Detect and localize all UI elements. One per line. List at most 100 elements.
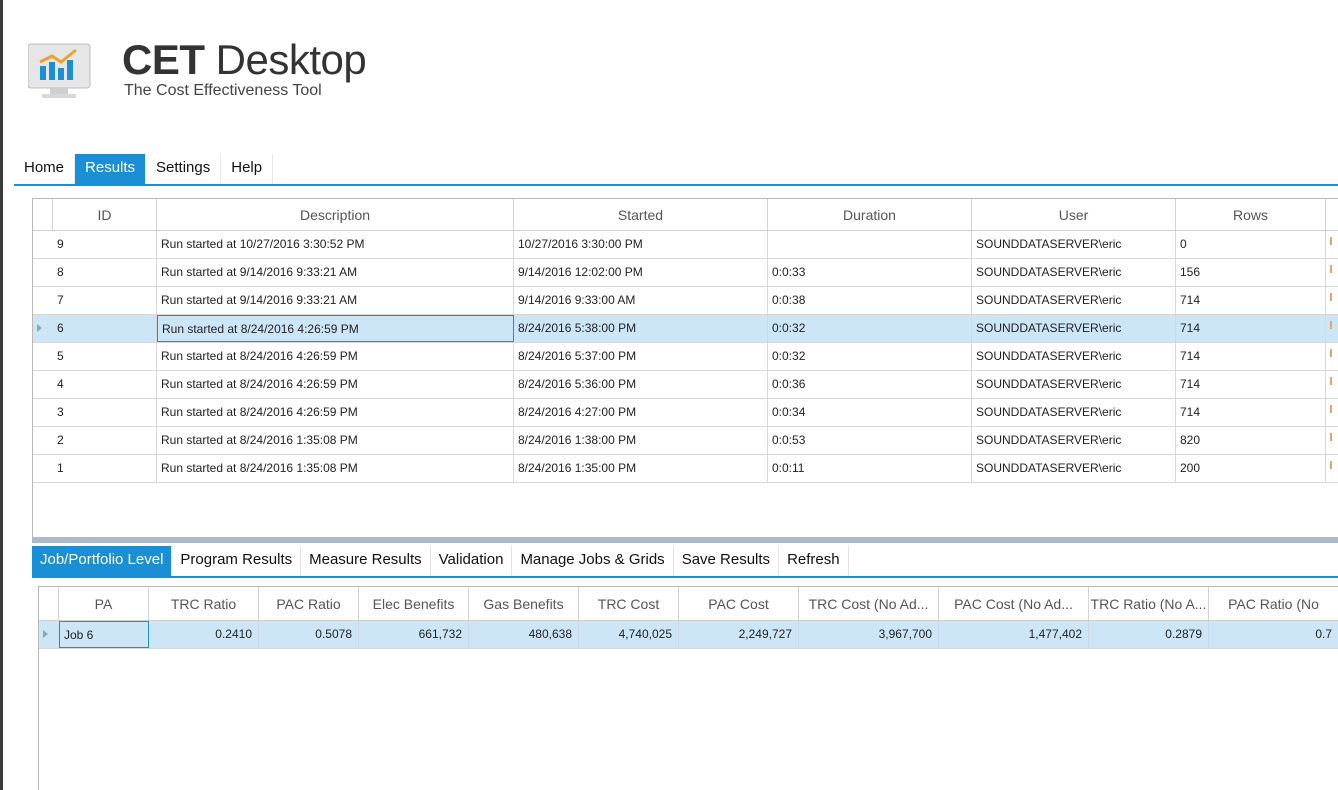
- cell-started[interactable]: 8/24/2016 4:27:00 PM: [514, 399, 768, 426]
- table-row[interactable]: 1 Run started at 8/24/2016 1:35:08 PM 8/24…: [33, 455, 1338, 483]
- tab-measure-results[interactable]: Measure Results: [301, 546, 431, 576]
- tab-refresh[interactable]: Refresh: [779, 546, 849, 576]
- tab-job-portfolio-level[interactable]: Job/Portfolio Level: [32, 546, 173, 576]
- tab-help[interactable]: Help: [221, 154, 274, 184]
- cell-user[interactable]: SOUNDDATASERVER\eric: [972, 371, 1176, 398]
- cell-value[interactable]: 661,732: [359, 621, 469, 648]
- cell-rows[interactable]: 714: [1176, 287, 1326, 314]
- tab-program-results[interactable]: Program Results: [172, 546, 302, 576]
- cell-rows[interactable]: 714: [1176, 371, 1326, 398]
- table-row[interactable]: 9 Run started at 10/27/2016 3:30:52 PM 10/…: [33, 231, 1338, 259]
- cell-started[interactable]: 8/24/2016 5:38:00 PM: [514, 315, 768, 342]
- cell-duration[interactable]: 0:0:38: [768, 287, 972, 314]
- table-row[interactable]: 3 Run started at 8/24/2016 4:26:59 PM 8/24…: [33, 399, 1338, 427]
- tab-manage-jobs-grids[interactable]: Manage Jobs & Grids: [512, 546, 674, 576]
- column-header-rows[interactable]: Rows: [1176, 199, 1326, 231]
- cell-description[interactable]: Run started at 8/24/2016 4:26:59 PM: [157, 343, 514, 370]
- cell-user[interactable]: SOUNDDATASERVER\eric: [972, 427, 1176, 454]
- cell-description[interactable]: Run started at 8/24/2016 4:26:59 PM: [157, 371, 514, 398]
- cell-value[interactable]: 0.7: [1209, 621, 1338, 648]
- table-row[interactable]: Job 6 0.2410 0.5078 661,732 480,638 4,740,025…: [39, 621, 1338, 649]
- tab-results[interactable]: Results: [75, 154, 147, 184]
- cell-duration[interactable]: [768, 231, 972, 258]
- cell-id[interactable]: 9: [53, 231, 157, 258]
- cell-id[interactable]: 2: [53, 427, 157, 454]
- cell-started[interactable]: 9/14/2016 9:33:00 AM: [514, 287, 768, 314]
- column-header-trc-cost[interactable]: TRC Cost: [579, 587, 679, 621]
- cell-rows[interactable]: 200: [1176, 455, 1326, 482]
- column-header-description[interactable]: Description: [157, 199, 514, 231]
- cell-duration[interactable]: 0:0:36: [768, 371, 972, 398]
- cell-description[interactable]: Run started at 8/24/2016 4:26:59 PM: [157, 399, 514, 426]
- cell-value[interactable]: 0.2410: [149, 621, 259, 648]
- cell-user[interactable]: SOUNDDATASERVER\eric: [972, 259, 1176, 286]
- cell-id[interactable]: 7: [53, 287, 157, 314]
- table-row[interactable]: 6 Run started at 8/24/2016 4:26:59 PM 8/24…: [33, 315, 1338, 343]
- cell-rows[interactable]: 714: [1176, 343, 1326, 370]
- cell-description[interactable]: Run started at 10/27/2016 3:30:52 PM: [157, 231, 514, 258]
- cell-id[interactable]: 8: [53, 259, 157, 286]
- cell-value[interactable]: 0.5078: [259, 621, 359, 648]
- cell-rows[interactable]: 714: [1176, 315, 1326, 342]
- tab-settings[interactable]: Settings: [146, 154, 222, 184]
- table-row[interactable]: 7 Run started at 9/14/2016 9:33:21 AM 9/14…: [33, 287, 1338, 315]
- cell-rows[interactable]: 0: [1176, 231, 1326, 258]
- cell-description[interactable]: Run started at 8/24/2016 1:35:08 PM: [157, 427, 514, 454]
- column-header-user[interactable]: User: [972, 199, 1176, 231]
- cell-rows[interactable]: 156: [1176, 259, 1326, 286]
- cell-description[interactable]: Run started at 8/24/2016 1:35:08 PM: [157, 455, 514, 482]
- cell-duration[interactable]: 0:0:53: [768, 427, 972, 454]
- cell-user[interactable]: SOUNDDATASERVER\eric: [972, 455, 1176, 482]
- tab-validation[interactable]: Validation: [431, 546, 513, 576]
- cell-description[interactable]: Run started at 9/14/2016 9:33:21 AM: [157, 259, 514, 286]
- cell-duration[interactable]: 0:0:11: [768, 455, 972, 482]
- cell-user[interactable]: SOUNDDATASERVER\eric: [972, 231, 1176, 258]
- column-header-trc-cost-no-ad[interactable]: TRC Cost (No Ad...: [799, 587, 939, 621]
- column-header-pa[interactable]: PA: [59, 587, 149, 621]
- cell-id[interactable]: 1: [53, 455, 157, 482]
- column-header-trc-ratio-no-a[interactable]: TRC Ratio (No A...: [1089, 587, 1209, 621]
- cell-user[interactable]: SOUNDDATASERVER\eric: [972, 315, 1176, 342]
- table-row[interactable]: 8 Run started at 9/14/2016 9:33:21 AM 9/14…: [33, 259, 1338, 287]
- column-header-trc-ratio[interactable]: TRC Ratio: [149, 587, 259, 621]
- cell-value[interactable]: 3,967,700: [799, 621, 939, 648]
- pane-splitter[interactable]: [32, 537, 1338, 543]
- column-header-elec-benefits[interactable]: Elec Benefits: [359, 587, 469, 621]
- column-header-pac-ratio[interactable]: PAC Ratio: [259, 587, 359, 621]
- cell-description[interactable]: Run started at 8/24/2016 4:26:59 PM: [157, 315, 514, 342]
- column-header-gas-benefits[interactable]: Gas Benefits: [469, 587, 579, 621]
- cell-user[interactable]: SOUNDDATASERVER\eric: [972, 343, 1176, 370]
- cell-rows[interactable]: 714: [1176, 399, 1326, 426]
- tab-home[interactable]: Home: [14, 154, 76, 184]
- tab-save-results[interactable]: Save Results: [674, 546, 780, 576]
- cell-duration[interactable]: 0:0:32: [768, 343, 972, 370]
- cell-duration[interactable]: 0:0:33: [768, 259, 972, 286]
- column-header-id[interactable]: ID: [53, 199, 157, 231]
- job-results-grid[interactable]: PA TRC Ratio PAC Ratio Elec Benefits Gas Ben…: [38, 586, 1338, 790]
- column-header-started[interactable]: Started: [514, 199, 768, 231]
- cell-id[interactable]: 5: [53, 343, 157, 370]
- cell-value[interactable]: 1,477,402: [939, 621, 1089, 648]
- cell-duration[interactable]: 0:0:32: [768, 315, 972, 342]
- cell-value[interactable]: 480,638: [469, 621, 579, 648]
- cell-user[interactable]: SOUNDDATASERVER\eric: [972, 399, 1176, 426]
- table-row[interactable]: 5 Run started at 8/24/2016 4:26:59 PM 8/24…: [33, 343, 1338, 371]
- cell-value[interactable]: 2,249,727: [679, 621, 799, 648]
- cell-started[interactable]: 10/27/2016 3:30:00 PM: [514, 231, 768, 258]
- cell-value[interactable]: 4,740,025: [579, 621, 679, 648]
- cell-user[interactable]: SOUNDDATASERVER\eric: [972, 287, 1176, 314]
- cell-started[interactable]: 8/24/2016 5:36:00 PM: [514, 371, 768, 398]
- cell-description[interactable]: Run started at 9/14/2016 9:33:21 AM: [157, 287, 514, 314]
- column-header-pac-ratio-no[interactable]: PAC Ratio (No: [1209, 587, 1338, 621]
- cell-rows[interactable]: 820: [1176, 427, 1326, 454]
- column-header-pac-cost[interactable]: PAC Cost: [679, 587, 799, 621]
- cell-started[interactable]: 8/24/2016 1:35:00 PM: [514, 455, 768, 482]
- cell-duration[interactable]: 0:0:34: [768, 399, 972, 426]
- runs-grid[interactable]: ID Description Started Duration User Rows 9 Ru…: [32, 198, 1338, 538]
- cell-value[interactable]: 0.2879: [1089, 621, 1209, 648]
- cell-id[interactable]: 4: [53, 371, 157, 398]
- column-header-pac-cost-no-ad[interactable]: PAC Cost (No Ad...: [939, 587, 1089, 621]
- cell-started[interactable]: 9/14/2016 12:02:00 PM: [514, 259, 768, 286]
- table-row[interactable]: 4 Run started at 8/24/2016 4:26:59 PM 8/24…: [33, 371, 1338, 399]
- cell-started[interactable]: 8/24/2016 5:37:00 PM: [514, 343, 768, 370]
